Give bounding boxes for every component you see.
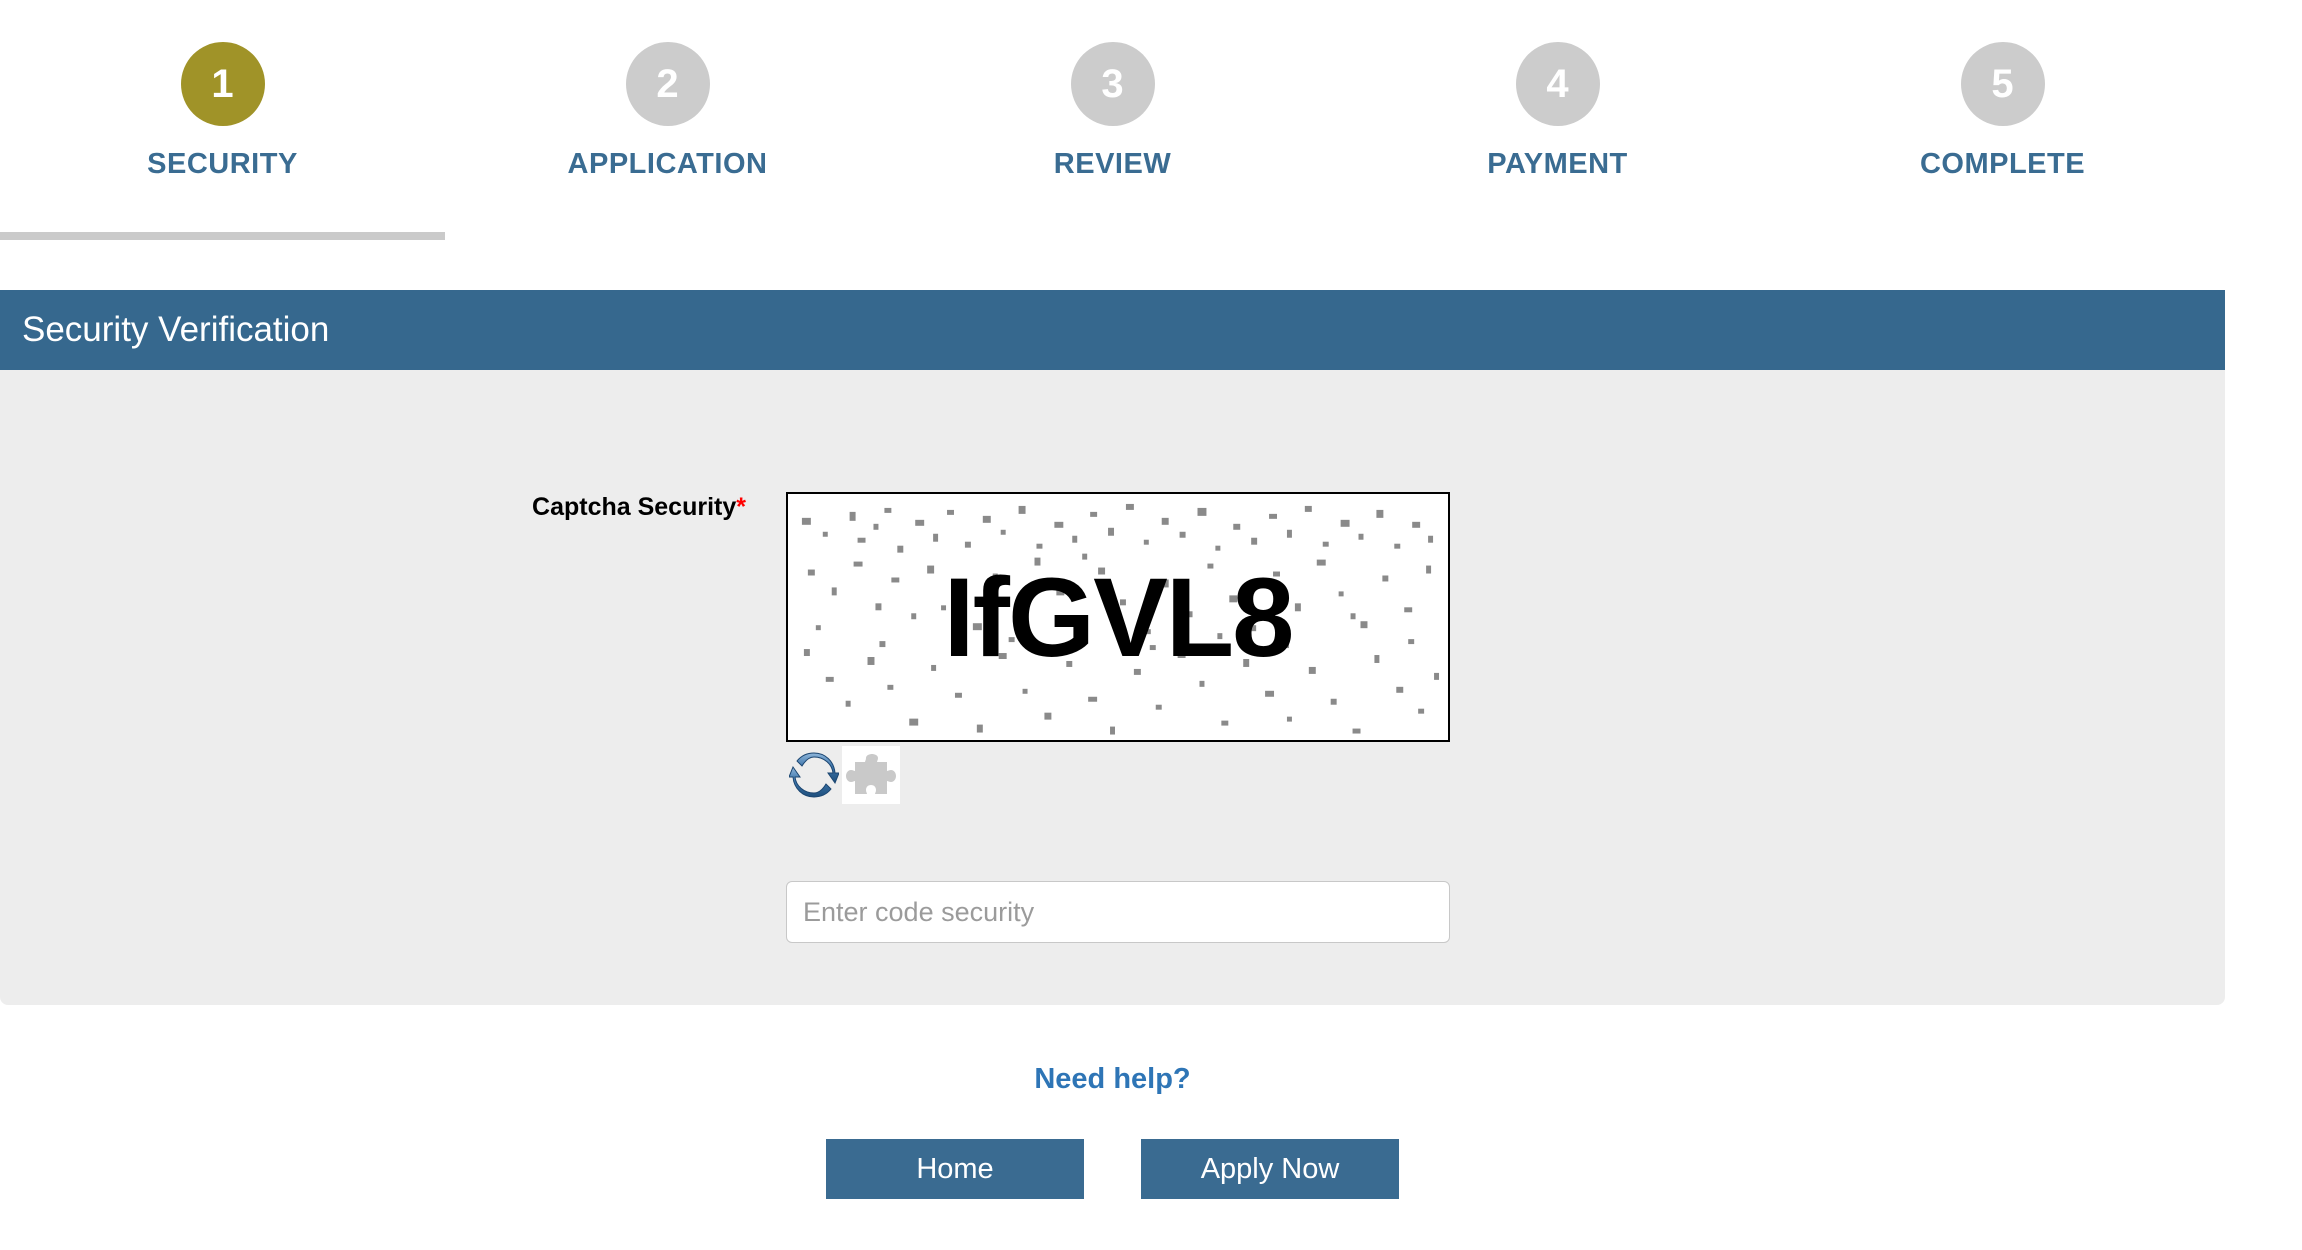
refresh-icon[interactable]: [786, 747, 842, 803]
step-number-circle-2: 2: [625, 42, 710, 126]
stepper-progress-fill: [0, 232, 445, 240]
panel-header: Security Verification: [0, 290, 2225, 370]
security-verification-panel: Security Verification Captcha Security*: [0, 290, 2225, 1005]
captcha-label: Captcha Security*: [0, 492, 746, 522]
step-label-payment: PAYMENT: [1487, 148, 1628, 180]
stepper-step-payment[interactable]: 4 PAYMENT: [1335, 42, 1780, 181]
stepper-step-complete[interactable]: 5 COMPLETE: [1780, 42, 2225, 181]
progress-stepper: 1 SECURITY 2 APPLICATION 3 REVIEW 4 PAYM…: [0, 0, 2225, 245]
stepper-progress-track: [0, 232, 2225, 240]
need-help-link[interactable]: Need help?: [1034, 1063, 1190, 1096]
step-number-circle-4: 4: [1515, 42, 1600, 126]
step-label-complete: COMPLETE: [1919, 148, 2086, 180]
apply-now-button[interactable]: Apply Now: [1141, 1139, 1399, 1199]
step-label-security: SECURITY: [147, 148, 298, 180]
panel-title: Security Verification: [22, 310, 330, 349]
stepper-step-application[interactable]: 2 APPLICATION: [445, 42, 890, 181]
page-footer: Need help? Home Apply Now: [0, 1005, 2225, 1199]
step-number-circle-5: 5: [1960, 42, 2045, 126]
step-number-circle-3: 3: [1070, 42, 1155, 126]
step-number-circle-1: 1: [180, 42, 265, 126]
stepper-steps: 1 SECURITY 2 APPLICATION 3 REVIEW 4 PAYM…: [0, 0, 2225, 181]
puzzle-piece-icon-glyph: [846, 754, 896, 794]
required-asterisk: *: [736, 493, 746, 521]
puzzle-piece-icon: [842, 746, 900, 804]
stepper-step-security[interactable]: 1 SECURITY: [0, 42, 445, 181]
step-label-application: APPLICATION: [567, 148, 768, 180]
step-label-review: REVIEW: [1053, 148, 1172, 180]
captcha-image: IfGVL8: [786, 492, 1450, 742]
home-button[interactable]: Home: [826, 1139, 1084, 1199]
captcha-code-text: IfGVL8: [943, 554, 1295, 680]
captcha-tools: [786, 746, 1450, 804]
stepper-step-review[interactable]: 3 REVIEW: [890, 42, 1335, 181]
captcha-form-row: Captcha Security* IfGVL8 Enter code secu…: [0, 370, 2225, 943]
footer-buttons: Home Apply Now: [0, 1139, 2225, 1199]
captcha-label-text: Captcha Security: [532, 493, 737, 521]
captcha-input[interactable]: [786, 881, 1450, 943]
panel-body: Captcha Security* IfGVL8 Enter code secu…: [0, 370, 2225, 1005]
captcha-field-group: IfGVL8: [786, 492, 1450, 943]
refresh-icon-glyph: [789, 752, 839, 798]
